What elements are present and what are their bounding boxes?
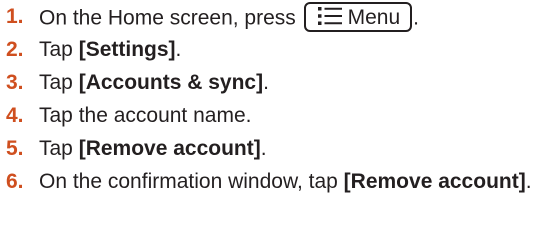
ui-label-settings: [Settings] bbox=[78, 38, 176, 61]
step-3: 3. Tap [Accounts & sync]. bbox=[0, 70, 557, 103]
step-2: 2. Tap [Settings]. bbox=[0, 37, 557, 70]
step-text-after: . bbox=[525, 170, 532, 193]
menu-key: Menu bbox=[303, 2, 413, 32]
step-5: 5. Tap [Remove account]. bbox=[0, 136, 557, 169]
step-number: 2. bbox=[6, 38, 24, 61]
ui-label-accounts-sync: [Accounts & sync] bbox=[78, 71, 264, 94]
step-text: Tap [Settings]. bbox=[39, 37, 551, 63]
step-text-after: . bbox=[413, 6, 419, 30]
step-text-after: . bbox=[263, 71, 269, 94]
step-text: On the Home screen, press Menu. bbox=[39, 2, 551, 34]
step-text: On the confirmation window, tap [Remove … bbox=[39, 169, 551, 195]
step-4: 4. Tap the account name. bbox=[0, 103, 557, 136]
step-6: 6. On the confirmation window, tap [Remo… bbox=[0, 169, 557, 225]
instruction-steps: 1. On the Home screen, press Menu. 2. Ta… bbox=[0, 2, 557, 225]
step-number: 1. bbox=[6, 5, 24, 28]
step-text-after: . bbox=[260, 137, 267, 160]
step-text-before: Tap bbox=[39, 38, 79, 61]
step-text-before: Tap bbox=[39, 137, 79, 160]
step-text: Tap the account name. bbox=[39, 104, 252, 127]
step-number: 3. bbox=[6, 71, 24, 94]
step-text-before: Tap bbox=[39, 71, 79, 94]
step-text: Tap [Accounts & sync]. bbox=[39, 70, 551, 96]
step-text-after: . bbox=[175, 38, 182, 61]
step-text-before: On the confirmation window, tap bbox=[39, 170, 344, 193]
menu-list-icon bbox=[317, 6, 342, 26]
step-number: 4. bbox=[6, 104, 24, 127]
step-text-before: On the Home screen, press bbox=[39, 6, 302, 30]
step-number: 5. bbox=[6, 137, 24, 160]
step-text: Tap [Remove account]. bbox=[39, 136, 551, 162]
step-1: 1. On the Home screen, press Menu. bbox=[0, 2, 557, 37]
menu-key-label: Menu bbox=[347, 6, 401, 29]
ui-label-remove-account: [Remove account] bbox=[343, 170, 526, 193]
ui-label-remove-account: [Remove account] bbox=[78, 137, 261, 160]
step-number: 6. bbox=[6, 170, 24, 193]
